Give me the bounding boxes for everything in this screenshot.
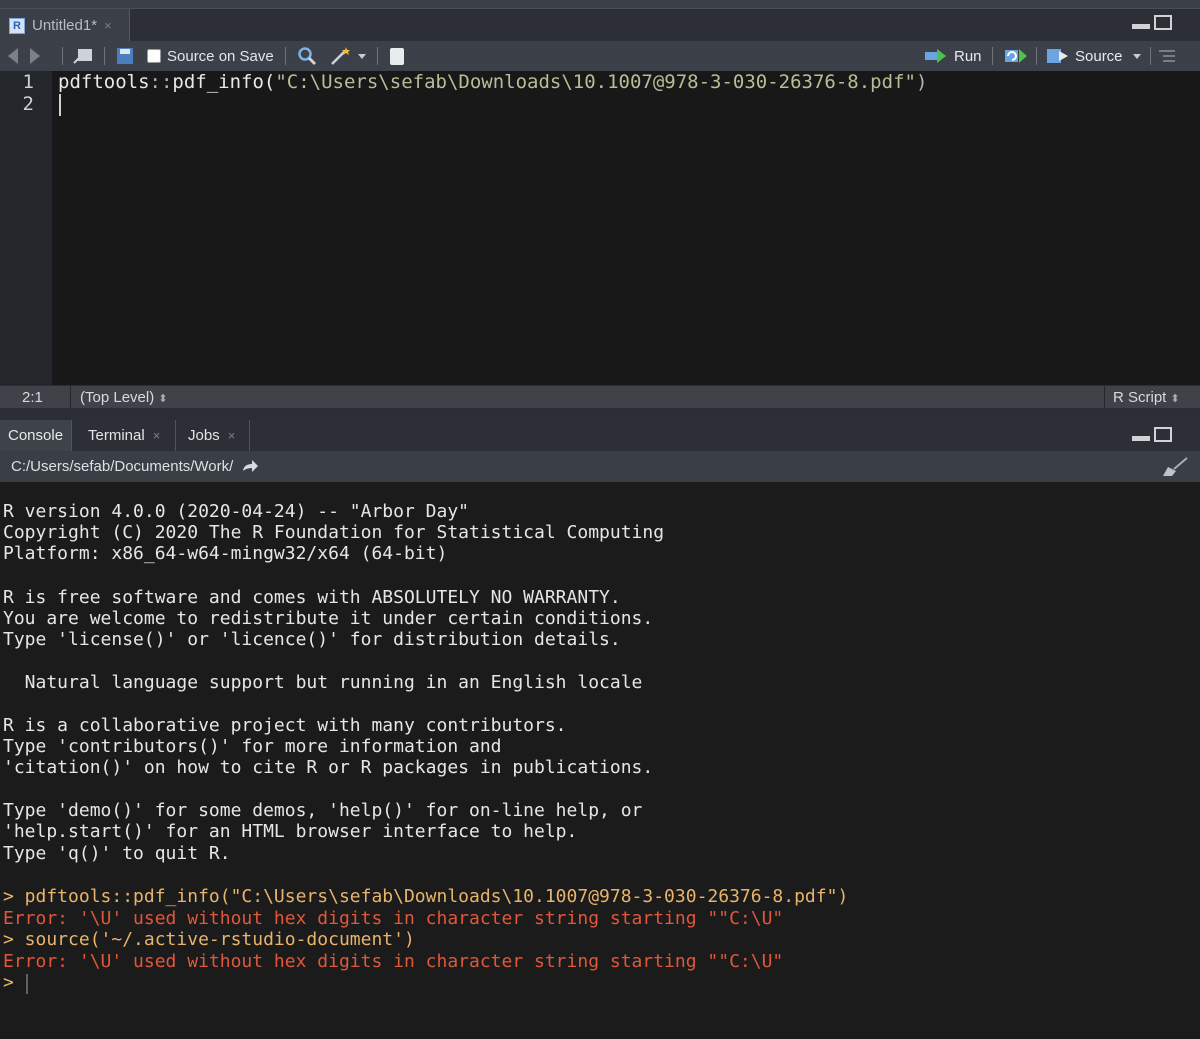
tab-label: Jobs — [188, 427, 220, 444]
scope-label: (Top Level) — [80, 389, 159, 406]
pane-splitter[interactable] — [0, 408, 1200, 420]
console-line: Copyright (C) 2020 The R Foundation for … — [3, 522, 665, 543]
run-arrow-icon — [925, 49, 947, 63]
updown-icon: ⬍ — [158, 393, 168, 405]
editor-tab-title: Untitled1* — [32, 17, 98, 34]
tab-terminal[interactable]: Terminal × — [72, 420, 176, 451]
console-cursor — [26, 974, 28, 994]
minimize-pane-icon[interactable] — [1132, 24, 1150, 29]
find-replace-button[interactable] — [297, 41, 317, 71]
magic-wand-icon — [331, 47, 350, 65]
search-icon — [298, 47, 317, 66]
line-number: 1 — [22, 71, 34, 93]
scope-selector[interactable]: (Top Level) ⬍ — [80, 389, 168, 406]
console-line: Natural language support but running in … — [3, 672, 643, 693]
back-button[interactable] — [8, 41, 18, 71]
tab-label: Console — [8, 427, 64, 444]
editor-tab-untitled1[interactable]: R Untitled1* × — [0, 9, 130, 42]
source-arrow-icon — [1047, 49, 1068, 63]
chevron-down-icon — [358, 53, 366, 59]
save-icon — [117, 48, 133, 64]
editor-tab-bar: R Untitled1* × — [0, 8, 1200, 42]
console-error: Error: '\U' used without hex digits in c… — [3, 951, 784, 972]
console-line: Type 'license()' or 'licence()' for dist… — [3, 629, 621, 650]
rerun-icon — [1005, 49, 1027, 63]
console-tab-bar: Console Terminal × Jobs × — [0, 420, 1200, 451]
rerun-button[interactable] — [1004, 41, 1028, 71]
notebook-icon — [390, 47, 404, 65]
console-line: R is a collaborative project with many c… — [3, 715, 567, 736]
popout-icon — [73, 49, 92, 64]
console-line: Type 'q()' to quit R. — [3, 843, 231, 864]
save-button[interactable] — [117, 41, 133, 71]
forward-button[interactable] — [30, 41, 40, 71]
console-path-bar: C:/Users/sefab/Documents/Work/ — [0, 451, 1200, 482]
code-tools-button[interactable] — [330, 41, 366, 71]
show-in-window-button[interactable] — [72, 41, 94, 71]
compile-report-button[interactable] — [390, 41, 404, 71]
code-line-1[interactable]: pdftools::pdf_info("C:\Users\sefab\Downl… — [58, 71, 927, 93]
tab-label: Terminal — [88, 427, 145, 444]
cursor-position: 2:1 — [22, 389, 43, 406]
console-error: Error: '\U' used without hex digits in c… — [3, 908, 784, 929]
code-editor[interactable]: pdftools::pdf_info("C:\Users\sefab\Downl… — [52, 71, 1200, 385]
console-line: Type 'contributors()' for more informati… — [3, 736, 502, 757]
outline-icon — [1159, 50, 1175, 62]
file-type-label: R Script — [1113, 389, 1167, 406]
editor-pane-controls — [1132, 15, 1176, 35]
file-type-selector[interactable]: R Script ⬍ — [1113, 389, 1180, 406]
text-cursor — [59, 94, 61, 116]
maximize-pane-icon[interactable] — [1154, 15, 1172, 30]
console-pane-controls — [1132, 427, 1176, 447]
console-line: 'citation()' on how to cite R or R packa… — [3, 757, 654, 778]
run-label: Run — [954, 47, 982, 65]
console-line: 'help.start()' for an HTML browser inter… — [3, 821, 578, 842]
code-namespace: pdftools — [58, 71, 150, 93]
source-on-save-toggle[interactable]: Source on Save — [147, 41, 274, 71]
tab-jobs[interactable]: Jobs × — [176, 420, 250, 451]
console-line: R is free software and comes with ABSOLU… — [3, 587, 621, 608]
minimize-pane-icon[interactable] — [1132, 436, 1150, 441]
document-outline-button[interactable] — [1158, 41, 1176, 71]
back-arrow-icon — [8, 48, 18, 64]
close-tab-icon[interactable]: × — [153, 428, 161, 443]
close-tab-icon[interactable]: × — [104, 18, 112, 33]
editor-status-bar: 2:1 (Top Level) ⬍ R Script ⬍ — [0, 385, 1200, 409]
source-button[interactable]: Source — [1046, 41, 1141, 71]
console-line: You are welcome to redistribute it under… — [3, 608, 654, 629]
r-script-icon: R — [9, 17, 25, 34]
console-command: > source('~/.active-rstudio-document') — [3, 929, 415, 950]
console-output[interactable]: R version 4.0.0 (2020-04-24) -- "Arbor D… — [0, 482, 1200, 1039]
run-button[interactable]: Run — [925, 41, 982, 71]
code-operator: :: — [149, 71, 173, 93]
console-line: R version 4.0.0 (2020-04-24) -- "Arbor D… — [3, 501, 469, 522]
forward-arrow-icon — [30, 48, 40, 64]
editor-pane: R Untitled1* × Source on Save Run Source… — [0, 0, 1200, 409]
source-on-save-checkbox[interactable] — [147, 49, 161, 63]
console-command: > pdftools::pdf_info("C:\Users\sefab\Dow… — [3, 886, 849, 907]
line-number-gutter: 1 2 — [0, 71, 52, 385]
code-string: "C:\Users\sefab\Downloads\10.1007@978-3-… — [275, 71, 916, 93]
working-directory: C:/Users/sefab/Documents/Work/ — [11, 458, 234, 475]
line-number: 2 — [22, 93, 34, 115]
code-paren: ) — [915, 71, 928, 93]
updown-icon: ⬍ — [1170, 393, 1180, 405]
close-tab-icon[interactable]: × — [228, 428, 236, 443]
source-on-save-label: Source on Save — [167, 47, 274, 65]
tab-console[interactable]: Console — [0, 420, 72, 451]
editor-toolbar: Source on Save Run Source — [0, 41, 1200, 72]
maximize-pane-icon[interactable] — [1154, 427, 1172, 442]
console-line: Type 'demo()' for some demos, 'help()' f… — [3, 800, 643, 821]
console-prompt: > — [3, 972, 14, 993]
go-to-directory-icon[interactable] — [241, 459, 259, 473]
source-label: Source — [1075, 47, 1123, 65]
clear-console-icon[interactable] — [1162, 457, 1188, 477]
code-function: pdf_info( — [172, 71, 276, 93]
chevron-down-icon[interactable] — [1132, 53, 1141, 59]
console-line: Platform: x86_64-w64-mingw32/x64 (64-bit… — [3, 543, 448, 564]
